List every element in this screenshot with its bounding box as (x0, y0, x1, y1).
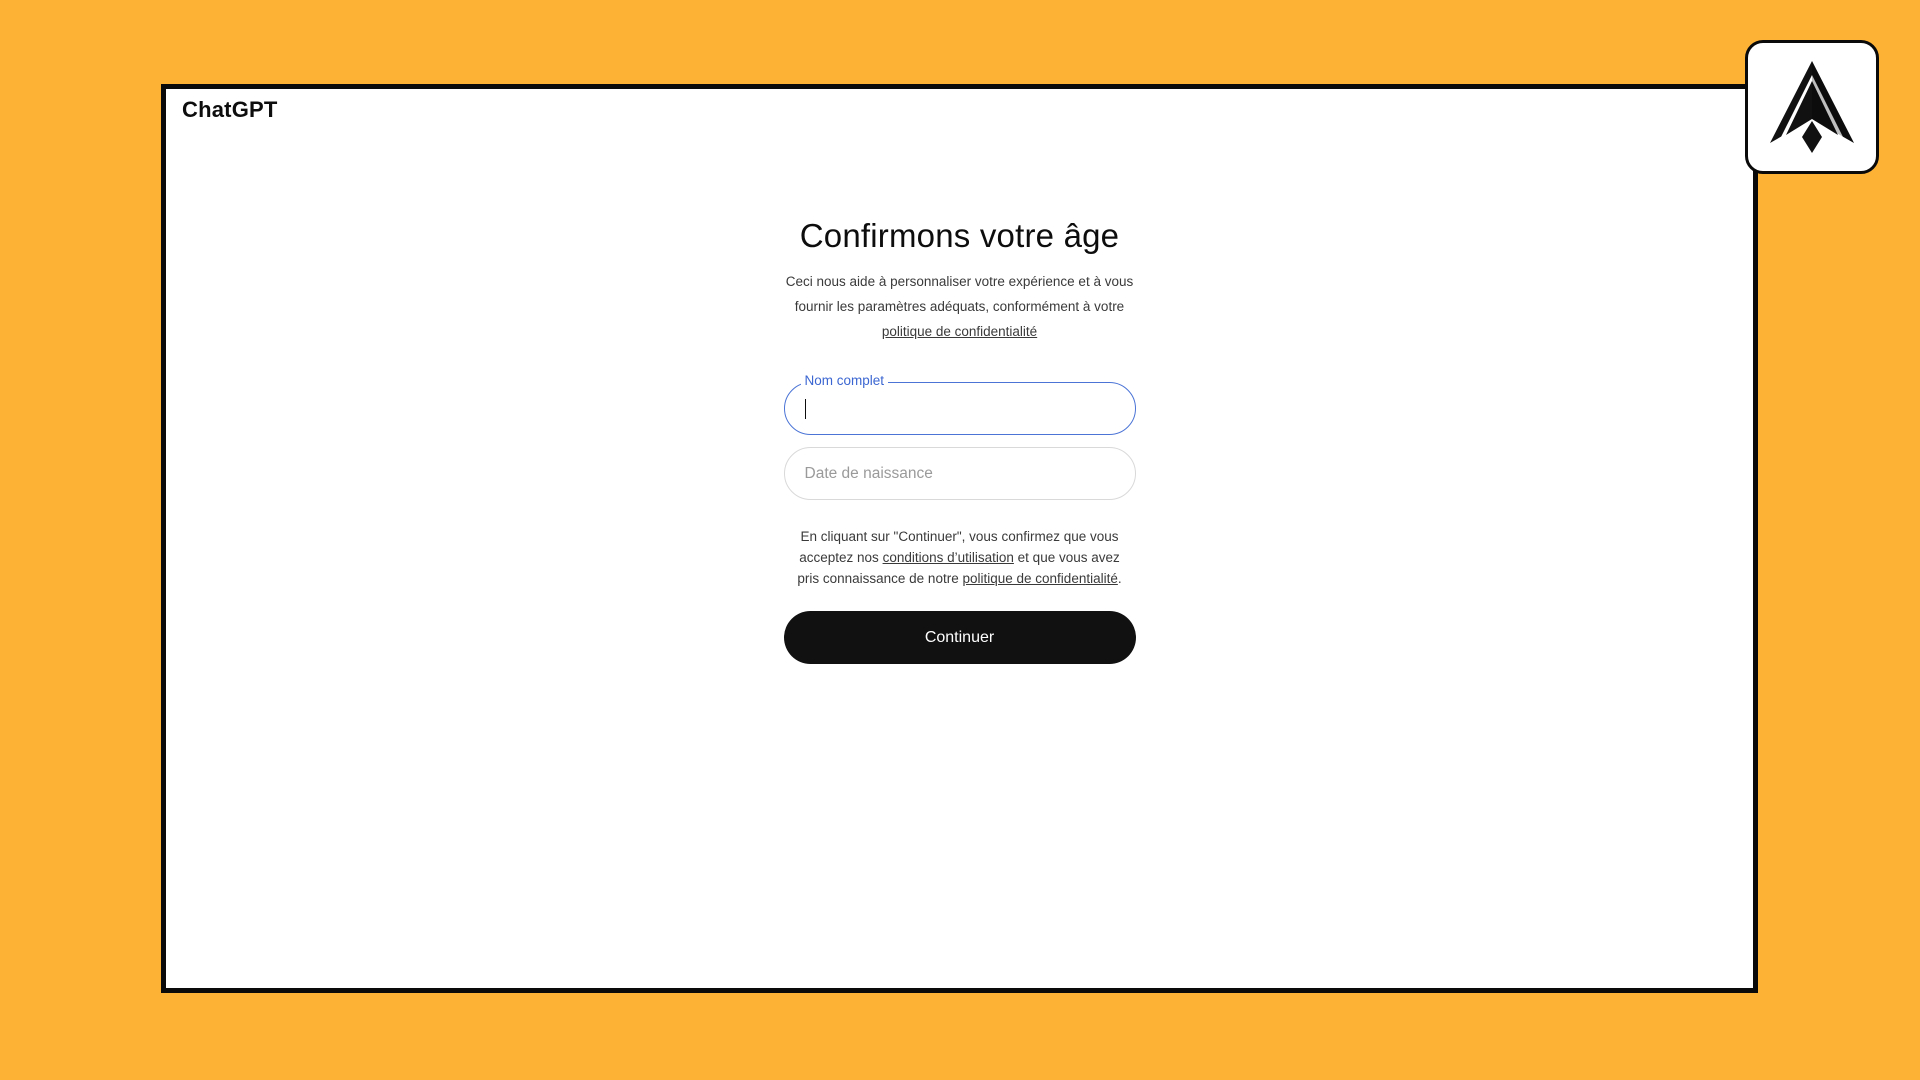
corner-logo (1745, 40, 1879, 174)
privacy-policy-link[interactable]: politique de confidentialité (882, 324, 1037, 339)
terms-text-3: . (1117, 571, 1122, 586)
browser-window: ChatGPT Confirmons votre âge Ceci nous a… (161, 84, 1758, 993)
page-subtitle: Ceci nous aide à personnaliser votre exp… (780, 269, 1140, 344)
brand-logo-text[interactable]: ChatGPT (182, 97, 278, 123)
page-title: Confirmons votre âge (799, 217, 1120, 254)
full-name-field[interactable]: Nom complet (783, 373, 1136, 435)
birthdate-field[interactable] (783, 447, 1136, 500)
terms-notice: En cliquant sur "Continuer", vous confir… (795, 526, 1125, 589)
continue-button[interactable]: Continuer (783, 611, 1136, 664)
age-confirmation-form: Confirmons votre âge Ceci nous aide à pe… (166, 217, 1753, 664)
stylized-a-logo-icon (1770, 61, 1854, 153)
subtitle-text: Ceci nous aide à personnaliser votre exp… (785, 274, 1134, 314)
terms-of-use-link[interactable]: conditions d’utilisation (883, 550, 1014, 565)
birthdate-input[interactable] (784, 448, 1135, 499)
full-name-input[interactable] (784, 383, 1135, 434)
terms-privacy-policy-link[interactable]: politique de confidentialité (962, 571, 1117, 586)
